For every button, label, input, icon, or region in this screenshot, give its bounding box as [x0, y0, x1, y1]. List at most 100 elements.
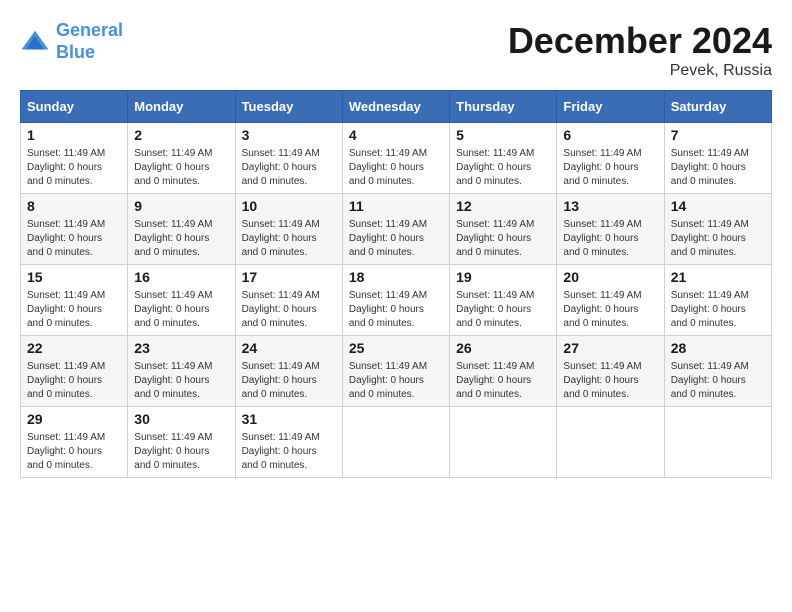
day-info: Sunset: 11:49 AM Daylight: 0 hours and 0…	[563, 218, 657, 260]
day-info: Sunset: 11:49 AM Daylight: 0 hours and 0…	[671, 147, 765, 189]
day-number: 7	[671, 127, 765, 143]
day-info: Sunset: 11:49 AM Daylight: 0 hours and 0…	[242, 360, 336, 402]
calendar-week-row: 8Sunset: 11:49 AM Daylight: 0 hours and …	[21, 194, 772, 265]
day-info: Sunset: 11:49 AM Daylight: 0 hours and 0…	[456, 360, 550, 402]
calendar-cell: 28Sunset: 11:49 AM Daylight: 0 hours and…	[664, 336, 771, 407]
day-info: Sunset: 11:49 AM Daylight: 0 hours and 0…	[242, 289, 336, 331]
calendar-cell: 10 Sunset: 11:49 AM Daylight: 0 hours and…	[235, 194, 342, 265]
calendar-cell: 15Sunset: 11:49 AM Daylight: 0 hours and…	[21, 265, 128, 336]
day-number: 20	[563, 269, 657, 285]
calendar-cell: 8Sunset: 11:49 AM Daylight: 0 hours and …	[21, 194, 128, 265]
day-info: Sunset: 11:49 AM Daylight: 0 hours and 0…	[27, 431, 121, 473]
title-area: December 2024 Pevek, Russia	[508, 20, 772, 80]
calendar-cell: 12 Sunset: 11:49 AM Daylight: 0 hours and…	[450, 194, 557, 265]
calendar-day-header: Friday	[557, 91, 664, 123]
month-title: December 2024	[508, 20, 772, 62]
page-header: General Blue December 2024 Pevek, Russia	[20, 20, 772, 80]
day-info: Sunset: 11:49 AM Daylight: 0 hours and 0…	[349, 289, 443, 331]
day-number: 4	[349, 127, 443, 143]
day-info: Sunset: 11:49 AM Daylight: 0 hours and 0…	[563, 360, 657, 402]
day-number: 16	[134, 269, 228, 285]
calendar-cell: 2 Sunset: 11:49 AM Daylight: 0 hours and …	[128, 123, 235, 194]
calendar-day-header: Sunday	[21, 91, 128, 123]
day-info: Sunset: 11:49 AM Daylight: 0 hours and 0…	[134, 360, 228, 402]
day-info: Sunset: 11:49 AM Daylight: 0 hours and 0…	[456, 218, 550, 260]
calendar-cell: 25 Sunset: 11:49 AM Daylight: 0 hours and…	[342, 336, 449, 407]
day-info: Sunset: 11:49 AM Daylight: 0 hours and 0…	[349, 218, 443, 260]
calendar-cell: 23 Sunset: 11:49 AM Daylight: 0 hours and…	[128, 336, 235, 407]
calendar-cell: 1 Sunset: 11:49 AM Daylight: 0 hours and …	[21, 123, 128, 194]
calendar-cell: 16Sunset: 11:49 AM Daylight: 0 hours and…	[128, 265, 235, 336]
day-info: Sunset: 11:49 AM Daylight: 0 hours and 0…	[134, 147, 228, 189]
day-number: 10	[242, 198, 336, 214]
day-info: Sunset: 11:49 AM Daylight: 0 hours and 0…	[27, 218, 121, 260]
calendar-cell: 18 Sunset: 11:49 AM Daylight: 0 hours and…	[342, 265, 449, 336]
day-number: 30	[134, 411, 228, 427]
day-number: 12	[456, 198, 550, 214]
day-number: 29	[27, 411, 121, 427]
calendar-cell: 3 Sunset: 11:49 AM Daylight: 0 hours and …	[235, 123, 342, 194]
calendar-cell: 26 Sunset: 11:49 AM Daylight: 0 hours and…	[450, 336, 557, 407]
calendar-week-row: 1 Sunset: 11:49 AM Daylight: 0 hours and …	[21, 123, 772, 194]
day-info: Sunset: 11:49 AM Daylight: 0 hours and 0…	[27, 360, 121, 402]
day-number: 11	[349, 198, 443, 214]
day-info: Sunset: 11:49 AM Daylight: 0 hours and 0…	[242, 218, 336, 260]
day-info: Sunset: 11:49 AM Daylight: 0 hours and 0…	[563, 147, 657, 189]
calendar-cell: 24 Sunset: 11:49 AM Daylight: 0 hours and…	[235, 336, 342, 407]
calendar-cell: 14 Sunset: 11:49 AM Daylight: 0 hours and…	[664, 194, 771, 265]
calendar-cell: 22 Sunset: 11:49 AM Daylight: 0 hours and…	[21, 336, 128, 407]
day-number: 14	[671, 198, 765, 214]
calendar-cell: 7 Sunset: 11:49 AM Daylight: 0 hours and …	[664, 123, 771, 194]
day-info: Sunset: 11:49 AM Daylight: 0 hours and 0…	[27, 147, 121, 189]
logo: General Blue	[20, 20, 123, 63]
calendar-cell: 4Sunset: 11:49 AM Daylight: 0 hours and …	[342, 123, 449, 194]
day-number: 25	[349, 340, 443, 356]
day-info: Sunset: 11:49 AM Daylight: 0 hours and 0…	[563, 289, 657, 331]
day-info: Sunset: 11:49 AM Daylight: 0 hours and 0…	[671, 289, 765, 331]
day-number: 23	[134, 340, 228, 356]
calendar-header-row: SundayMondayTuesdayWednesdayThursdayFrid…	[21, 91, 772, 123]
day-number: 2	[134, 127, 228, 143]
calendar-cell: 17 Sunset: 11:49 AM Daylight: 0 hours and…	[235, 265, 342, 336]
day-info: Sunset: 11:49 AM Daylight: 0 hours and 0…	[349, 360, 443, 402]
day-info: Sunset: 11:49 AM Daylight: 0 hours and 0…	[134, 218, 228, 260]
calendar-cell: 21 Sunset: 11:49 AM Daylight: 0 hours and…	[664, 265, 771, 336]
day-number: 5	[456, 127, 550, 143]
day-number: 3	[242, 127, 336, 143]
day-number: 26	[456, 340, 550, 356]
day-number: 24	[242, 340, 336, 356]
day-info: Sunset: 11:49 AM Daylight: 0 hours and 0…	[671, 218, 765, 260]
calendar-cell: 6Sunset: 11:49 AM Daylight: 0 hours and …	[557, 123, 664, 194]
calendar-cell	[557, 407, 664, 478]
logo-icon	[20, 27, 50, 57]
day-info: Sunset: 11:49 AM Daylight: 0 hours and 0…	[242, 147, 336, 189]
calendar-cell: 29 Sunset: 11:49 AM Daylight: 0 hours and…	[21, 407, 128, 478]
day-number: 22	[27, 340, 121, 356]
day-number: 17	[242, 269, 336, 285]
calendar-day-header: Wednesday	[342, 91, 449, 123]
day-number: 27	[563, 340, 657, 356]
calendar-table: SundayMondayTuesdayWednesdayThursdayFrid…	[20, 90, 772, 478]
calendar-cell: 20 Sunset: 11:49 AM Daylight: 0 hours and…	[557, 265, 664, 336]
day-number: 21	[671, 269, 765, 285]
calendar-week-row: 15 Sunset: 11:49 AM Daylight: 0 hours and…	[21, 265, 772, 336]
day-number: 18	[349, 269, 443, 285]
calendar-cell: 30Sunset: 11:49 AM Daylight: 0 hours and…	[128, 407, 235, 478]
calendar-cell: 19Sunset: 11:49 AM Daylight: 0 hours and…	[450, 265, 557, 336]
location: Pevek, Russia	[508, 62, 772, 80]
day-number: 9	[134, 198, 228, 214]
calendar-day-header: Saturday	[664, 91, 771, 123]
calendar-cell: 27 Sunset: 11:49 AM Daylight: 0 hours and…	[557, 336, 664, 407]
calendar-day-header: Tuesday	[235, 91, 342, 123]
logo-text: General Blue	[56, 20, 123, 63]
calendar-cell: 13 Sunset: 11:49 AM Daylight: 0 hours and…	[557, 194, 664, 265]
day-number: 13	[563, 198, 657, 214]
day-info: Sunset: 11:49 AM Daylight: 0 hours and 0…	[456, 147, 550, 189]
day-number: 31	[242, 411, 336, 427]
calendar-cell	[664, 407, 771, 478]
calendar-day-header: Monday	[128, 91, 235, 123]
calendar-week-row: 29 Sunset: 11:49 AM Daylight: 0 hours and…	[21, 407, 772, 478]
day-number: 1	[27, 127, 121, 143]
day-info: Sunset: 11:49 AM Daylight: 0 hours and 0…	[456, 289, 550, 331]
day-number: 15	[27, 269, 121, 285]
